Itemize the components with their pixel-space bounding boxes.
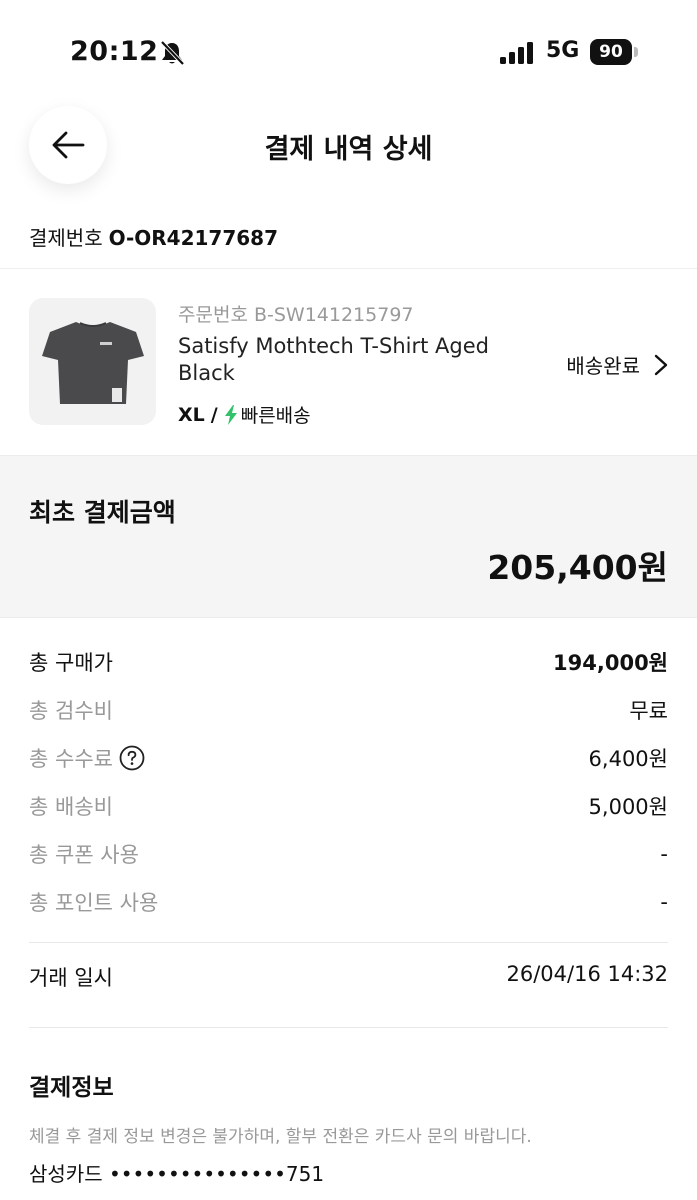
total-payment-section: 최초 결제금액 205,400원 xyxy=(0,455,697,618)
breakdown-row: 총 쿠폰 사용 - xyxy=(29,830,668,878)
trade-datetime-row: 거래 일시 26/04/16 14:32 xyxy=(29,962,668,992)
trade-datetime-label: 거래 일시 xyxy=(29,966,113,990)
divider xyxy=(29,1027,668,1028)
breakdown-value: 6,400원 xyxy=(588,747,668,771)
status-time: 20:12 xyxy=(70,36,159,67)
breakdown-label: 총 수수료 xyxy=(29,747,113,771)
product-row[interactable]: 주문번호 B-SW141215797 Satisfy Mothtech T-Sh… xyxy=(0,270,697,455)
page-title: 결제 내역 상세 xyxy=(264,134,433,165)
battery-indicator: 90 xyxy=(590,39,632,65)
payment-info-note: 체결 후 결제 정보 변경은 불가하며, 할부 전환은 카드사 문의 바랍니다. xyxy=(29,1127,532,1147)
tshirt-image xyxy=(41,321,144,404)
divider xyxy=(29,942,668,943)
payment-number: 결제번호 O-OR42177687 xyxy=(29,222,278,251)
lightning-icon xyxy=(224,404,237,425)
breakdown-label: 총 검수비 xyxy=(29,699,113,723)
payment-info-title: 결제정보 xyxy=(29,1075,114,1101)
order-number: 주문번호 B-SW141215797 xyxy=(178,304,414,326)
breakdown-label: 총 배송비 xyxy=(29,795,113,819)
product-meta: XL / 빠른배송 xyxy=(178,401,311,428)
breakdown-label-fee: 총 수수료 xyxy=(29,743,145,773)
status-bar: 20:12 5G 90 xyxy=(0,0,697,100)
product-size: XL xyxy=(178,403,205,426)
breakdown-value: 5,000원 xyxy=(588,795,668,819)
trade-datetime-value: 26/04/16 14:32 xyxy=(506,962,668,986)
battery-tip xyxy=(634,47,638,57)
breakdown-value: - xyxy=(660,842,668,866)
breakdown-row: 총 검수비 무료 xyxy=(29,686,668,734)
price-breakdown: 총 구매가 194,000원 총 검수비 무료 총 수수료 6,400원 총 배… xyxy=(29,638,668,926)
meta-separator: / xyxy=(210,403,218,426)
shipping-type: 빠른배송 xyxy=(240,405,311,427)
breakdown-row: 총 포인트 사용 - xyxy=(29,878,668,926)
breakdown-label: 총 구매가 xyxy=(29,651,113,675)
breakdown-value: 194,000원 xyxy=(553,651,668,675)
payment-number-value: O-OR42177687 xyxy=(108,226,279,250)
card-info: 삼성카드 •••••••••••••••751 xyxy=(29,1162,325,1186)
payment-number-label: 결제번호 xyxy=(29,226,103,250)
signal-icon xyxy=(500,42,533,64)
delivery-status[interactable]: 배송완료 xyxy=(566,350,668,379)
breakdown-value: - xyxy=(660,890,668,914)
breakdown-value: 무료 xyxy=(629,699,668,723)
bell-slash-icon xyxy=(160,40,185,66)
total-payment-label: 최초 결제금액 xyxy=(29,498,176,527)
breakdown-row: 총 배송비 5,000원 xyxy=(29,782,668,830)
divider xyxy=(0,268,697,269)
question-circle-icon[interactable] xyxy=(119,745,145,771)
chevron-right-icon xyxy=(654,354,668,375)
network-label: 5G xyxy=(546,38,580,63)
total-payment-amount: 205,400원 xyxy=(487,548,668,587)
delivery-status-label: 배송완료 xyxy=(566,354,640,378)
product-image xyxy=(29,298,156,425)
breakdown-row: 총 구매가 194,000원 xyxy=(29,638,668,686)
breakdown-label: 총 쿠폰 사용 xyxy=(29,843,139,867)
product-name: Satisfy Mothtech T-Shirt Aged Black xyxy=(178,334,489,385)
breakdown-row: 총 수수료 6,400원 xyxy=(29,734,668,782)
breakdown-label: 총 포인트 사용 xyxy=(29,891,159,915)
